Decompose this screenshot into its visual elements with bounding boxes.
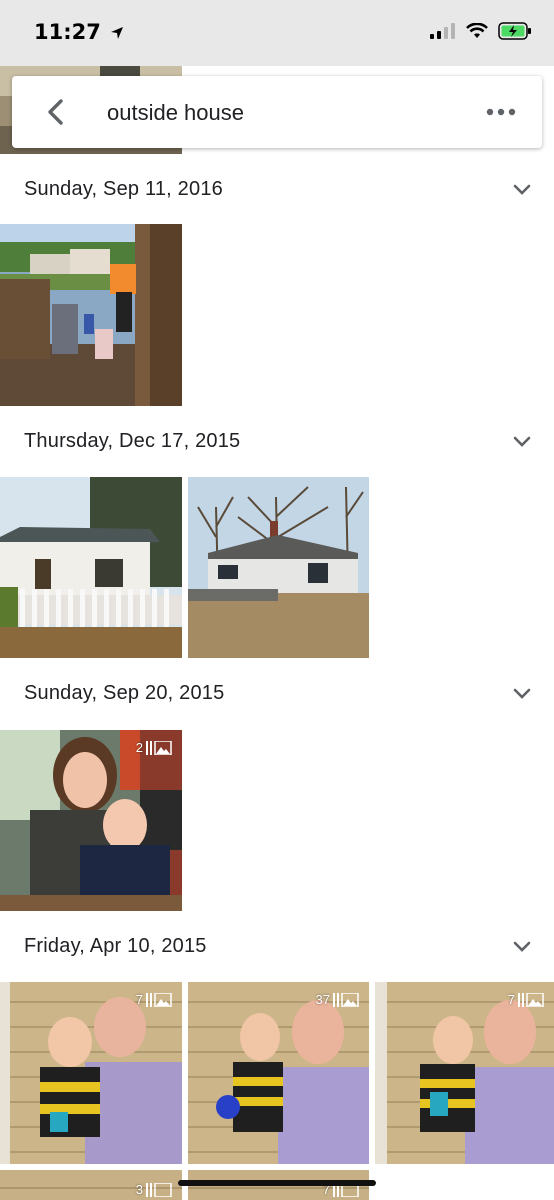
- chevron-down-icon[interactable]: [512, 182, 532, 198]
- search-query[interactable]: outside house: [107, 100, 244, 126]
- date-header-dec-17-2015: Thursday, Dec 17, 2015: [0, 412, 554, 472]
- home-indicator[interactable]: [178, 1180, 376, 1186]
- burst-count-badge: 7: [136, 992, 172, 1007]
- photo-grandpa-baby-1[interactable]: 7: [0, 982, 182, 1164]
- section-date: Sunday, Sep 11, 2016: [24, 178, 223, 200]
- search-bar: outside house: [12, 76, 542, 148]
- burst-icon: [333, 992, 359, 1007]
- photo-house-front-yard[interactable]: [188, 477, 369, 658]
- date-header-apr-10-2015: Friday, Apr 10, 2015: [0, 917, 554, 977]
- photo-grandpa-baby-3[interactable]: 7: [375, 982, 554, 1164]
- status-time: 11:27: [34, 20, 124, 44]
- chevron-down-icon[interactable]: [512, 434, 532, 450]
- section-date: Friday, Apr 10, 2015: [24, 935, 207, 957]
- status-bar: 11:27: [0, 0, 554, 66]
- photo-white-house-fence[interactable]: [0, 477, 182, 658]
- date-header-sep-11-2016: Sunday, Sep 11, 2016: [0, 160, 554, 220]
- chevron-down-icon[interactable]: [512, 686, 532, 702]
- more-icon[interactable]: [486, 106, 516, 118]
- photo-partial-bottom-1[interactable]: 3: [0, 1170, 182, 1200]
- burst-icon: [146, 740, 172, 755]
- back-arrow-icon[interactable]: [40, 96, 72, 128]
- burst-count-badge: 7: [508, 992, 544, 1007]
- battery-icon: [498, 22, 531, 40]
- signal-icon: [430, 23, 455, 39]
- burst-icon: [146, 1182, 172, 1197]
- date-header-sep-20-2015: Sunday, Sep 20, 2015: [0, 664, 554, 724]
- chevron-down-icon[interactable]: [512, 939, 532, 955]
- burst-count-badge: 2: [136, 740, 172, 755]
- burst-icon: [518, 992, 544, 1007]
- burst-count-badge: 37: [316, 992, 359, 1007]
- burst-count-badge: 3: [136, 1182, 172, 1197]
- status-icons: [430, 22, 532, 40]
- photo-grandpa-baby-2[interactable]: 37: [188, 982, 369, 1164]
- section-date: Sunday, Sep 20, 2015: [24, 682, 225, 704]
- location-arrow-icon: [111, 27, 124, 39]
- photo-deck-kids[interactable]: [0, 224, 182, 406]
- photo-mom-and-baby[interactable]: 2: [0, 730, 182, 911]
- wifi-icon: [466, 23, 488, 38]
- section-date: Thursday, Dec 17, 2015: [24, 430, 241, 452]
- burst-icon: [146, 992, 172, 1007]
